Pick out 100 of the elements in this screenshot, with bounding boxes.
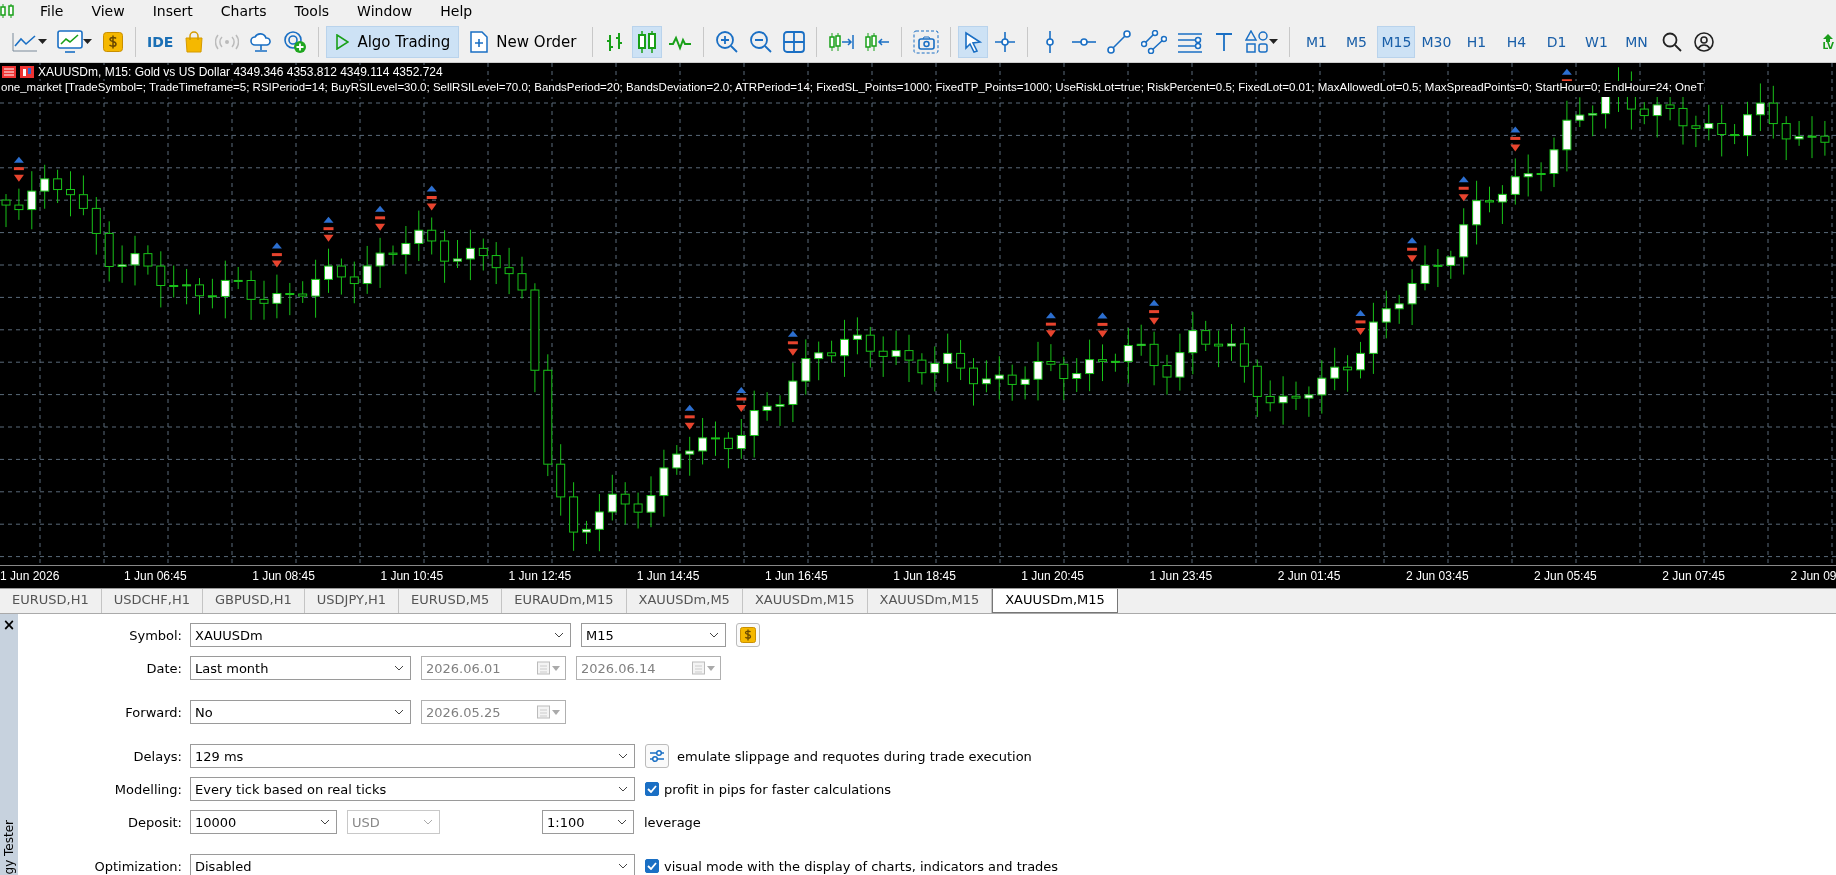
menu-item[interactable]: Tools [280, 3, 344, 19]
grid-icon [783, 31, 806, 53]
checkbox-label: profit in pips for faster calculations [664, 781, 891, 797]
chart-tab[interactable]: XAUUSDm,M15 [992, 589, 1118, 613]
monitor-chart-icon [57, 30, 83, 54]
vertical-line-icon[interactable] [1044, 30, 1057, 54]
timeframe-button[interactable]: M15 [1377, 26, 1416, 58]
timeframe-button[interactable]: H4 [1497, 26, 1536, 58]
dropdown-field[interactable]: Last month [190, 656, 411, 680]
new-order-button[interactable]: New Order [461, 26, 586, 58]
time-axis-label: 1 Jun 14:45 [636, 569, 700, 583]
time-axis-label: 1 Jun 2026 [0, 569, 60, 583]
menu-item[interactable]: File [26, 3, 78, 19]
symbol-info-text: XAUUSDm, M15: Gold vs US Dollar 4349.346 4353.812 4349.114 4352.724 [38, 65, 443, 79]
time-axis-label: 2 Jun 05:45 [1534, 569, 1597, 583]
calendar-icon [692, 661, 716, 675]
field-label: Optimization: [93, 858, 182, 874]
zoom-in-icon [715, 30, 740, 54]
option-text: emulate slippage and requotes during trade execution [677, 748, 1032, 764]
menu-item[interactable]: Help [426, 3, 487, 19]
caret-icon[interactable] [1269, 39, 1279, 45]
time-axis-label: 1 Jun 10:45 [380, 569, 444, 583]
menu-item[interactable]: Insert [138, 3, 207, 19]
timeframe-button[interactable]: M30 [1417, 26, 1456, 58]
field-label: Symbol: [128, 627, 182, 643]
time-axis-label: 2 Jun 07:45 [1662, 569, 1725, 583]
time-axis-label: 1 Jun 23:45 [1149, 569, 1213, 583]
symbol-properties-button[interactable] [736, 623, 760, 647]
dropdown-field[interactable]: No [190, 700, 411, 724]
checkbox[interactable] [645, 782, 659, 796]
time-axis-label: 1 Jun 12:45 [508, 569, 572, 583]
trade-panel-icon [2, 66, 16, 78]
field-label: Modelling: [113, 781, 182, 797]
timeframe-button[interactable]: W1 [1577, 26, 1616, 58]
calendar-icon [537, 661, 561, 675]
text-tool-icon[interactable] [1215, 32, 1234, 52]
dropdown-field[interactable]: XAUUSDm [190, 623, 571, 647]
close-button[interactable]: × [2, 616, 16, 634]
user-circle-icon [1694, 32, 1715, 52]
algo-trading-button[interactable]: Algo Trading [326, 26, 460, 58]
line-chart-icon [12, 32, 38, 52]
time-axis-label: 2 Jun 03:45 [1405, 569, 1469, 583]
chevron-down-icon [618, 753, 628, 759]
shopping-bag-icon [184, 31, 205, 53]
timeframe-button[interactable]: MN [1617, 26, 1656, 58]
chevron-down-icon [394, 665, 404, 671]
dropdown-field[interactable]: 10000 [190, 810, 337, 834]
chart-window-icon [20, 66, 34, 78]
panel-title: gy Tester [2, 819, 16, 874]
field-label: Forward: [124, 704, 182, 720]
chevron-down-icon [320, 819, 330, 825]
field-label: Date: [145, 660, 182, 676]
radar-plus-icon [283, 30, 308, 54]
search-icon [1662, 32, 1683, 52]
timeframe-button[interactable]: M5 [1337, 26, 1376, 58]
candles-arrow-right-icon [828, 31, 855, 53]
expert-parameters-text: one_market [TradeSymbol=; TradeTimeframe=5; RSIPeriod=14; BuyRSILevel=30.0; SellRSILevel=70.0; BandsPeriod=20; BandsDeviation=2.0; ATRPeriod=14; FixedSL_Points=1000; FixedTP_Points=1000; UseRiskLot=true; RiskPercent=0.5; FixedLot=0.01; MaxAllowedLot=0.5; MaxSpreadPoints=0; StartHour=0; EndHour=24; OneT [1, 81, 1704, 97]
chevron-down-icon [618, 786, 628, 792]
camera-icon [913, 30, 940, 54]
signal-waves-icon [215, 34, 240, 50]
chevron-down-icon [554, 632, 564, 638]
option-text: leverage [644, 814, 701, 830]
caret-icon[interactable] [38, 39, 47, 45]
time-axis-label: 2 Jun 09 [1790, 569, 1836, 583]
menu-item[interactable]: Charts [206, 3, 281, 19]
candles-arrow-left-icon [864, 31, 891, 53]
time-axis-label: 2 Jun 01:45 [1277, 569, 1341, 583]
dropdown-field[interactable]: Every tick based on real ticks [190, 777, 635, 801]
menu-item[interactable]: View [77, 3, 139, 19]
timeframe-button[interactable]: H1 [1457, 26, 1496, 58]
time-axis-label: 1 Jun 06:45 [124, 569, 187, 583]
dropdown-field[interactable]: Disabled [190, 854, 635, 875]
timeframe-button[interactable]: D1 [1537, 26, 1576, 58]
zoom-out-icon [749, 30, 774, 54]
chevron-down-icon [423, 819, 433, 825]
dropdown-field[interactable]: M15 [581, 623, 726, 647]
chevron-down-icon [618, 863, 628, 869]
chevron-down-icon [394, 709, 404, 715]
cloud-icon [249, 31, 274, 53]
sliders-icon [649, 749, 665, 763]
field-label: Delays: [132, 748, 182, 764]
checkbox-label: visual mode with the display of charts, indicators and trades [664, 858, 1059, 874]
menu-item[interactable]: Window [343, 3, 427, 19]
caret-icon[interactable] [83, 39, 92, 45]
shapes-icon[interactable] [1245, 30, 1270, 54]
document-plus-icon [470, 31, 489, 53]
time-axis-label: 1 Jun 20:45 [1021, 569, 1085, 583]
time-axis-label: 1 Jun 16:45 [764, 569, 828, 583]
time-axis-label: 1 Jun 08:45 [252, 569, 315, 583]
ide-button[interactable]: IDE [143, 26, 178, 58]
timeframe-button[interactable]: M1 [1297, 26, 1336, 58]
delay-settings-button[interactable] [645, 744, 669, 768]
dollar-icon [103, 32, 123, 52]
dropdown-field[interactable]: 1:100 [542, 810, 634, 834]
field-label: Deposit: [126, 814, 182, 830]
chevron-down-icon [617, 819, 627, 825]
chevron-down-icon [709, 632, 719, 638]
checkbox[interactable] [645, 859, 659, 873]
dropdown-field[interactable]: 129 ms [190, 744, 635, 768]
horizontal-line-icon[interactable] [1071, 36, 1098, 48]
